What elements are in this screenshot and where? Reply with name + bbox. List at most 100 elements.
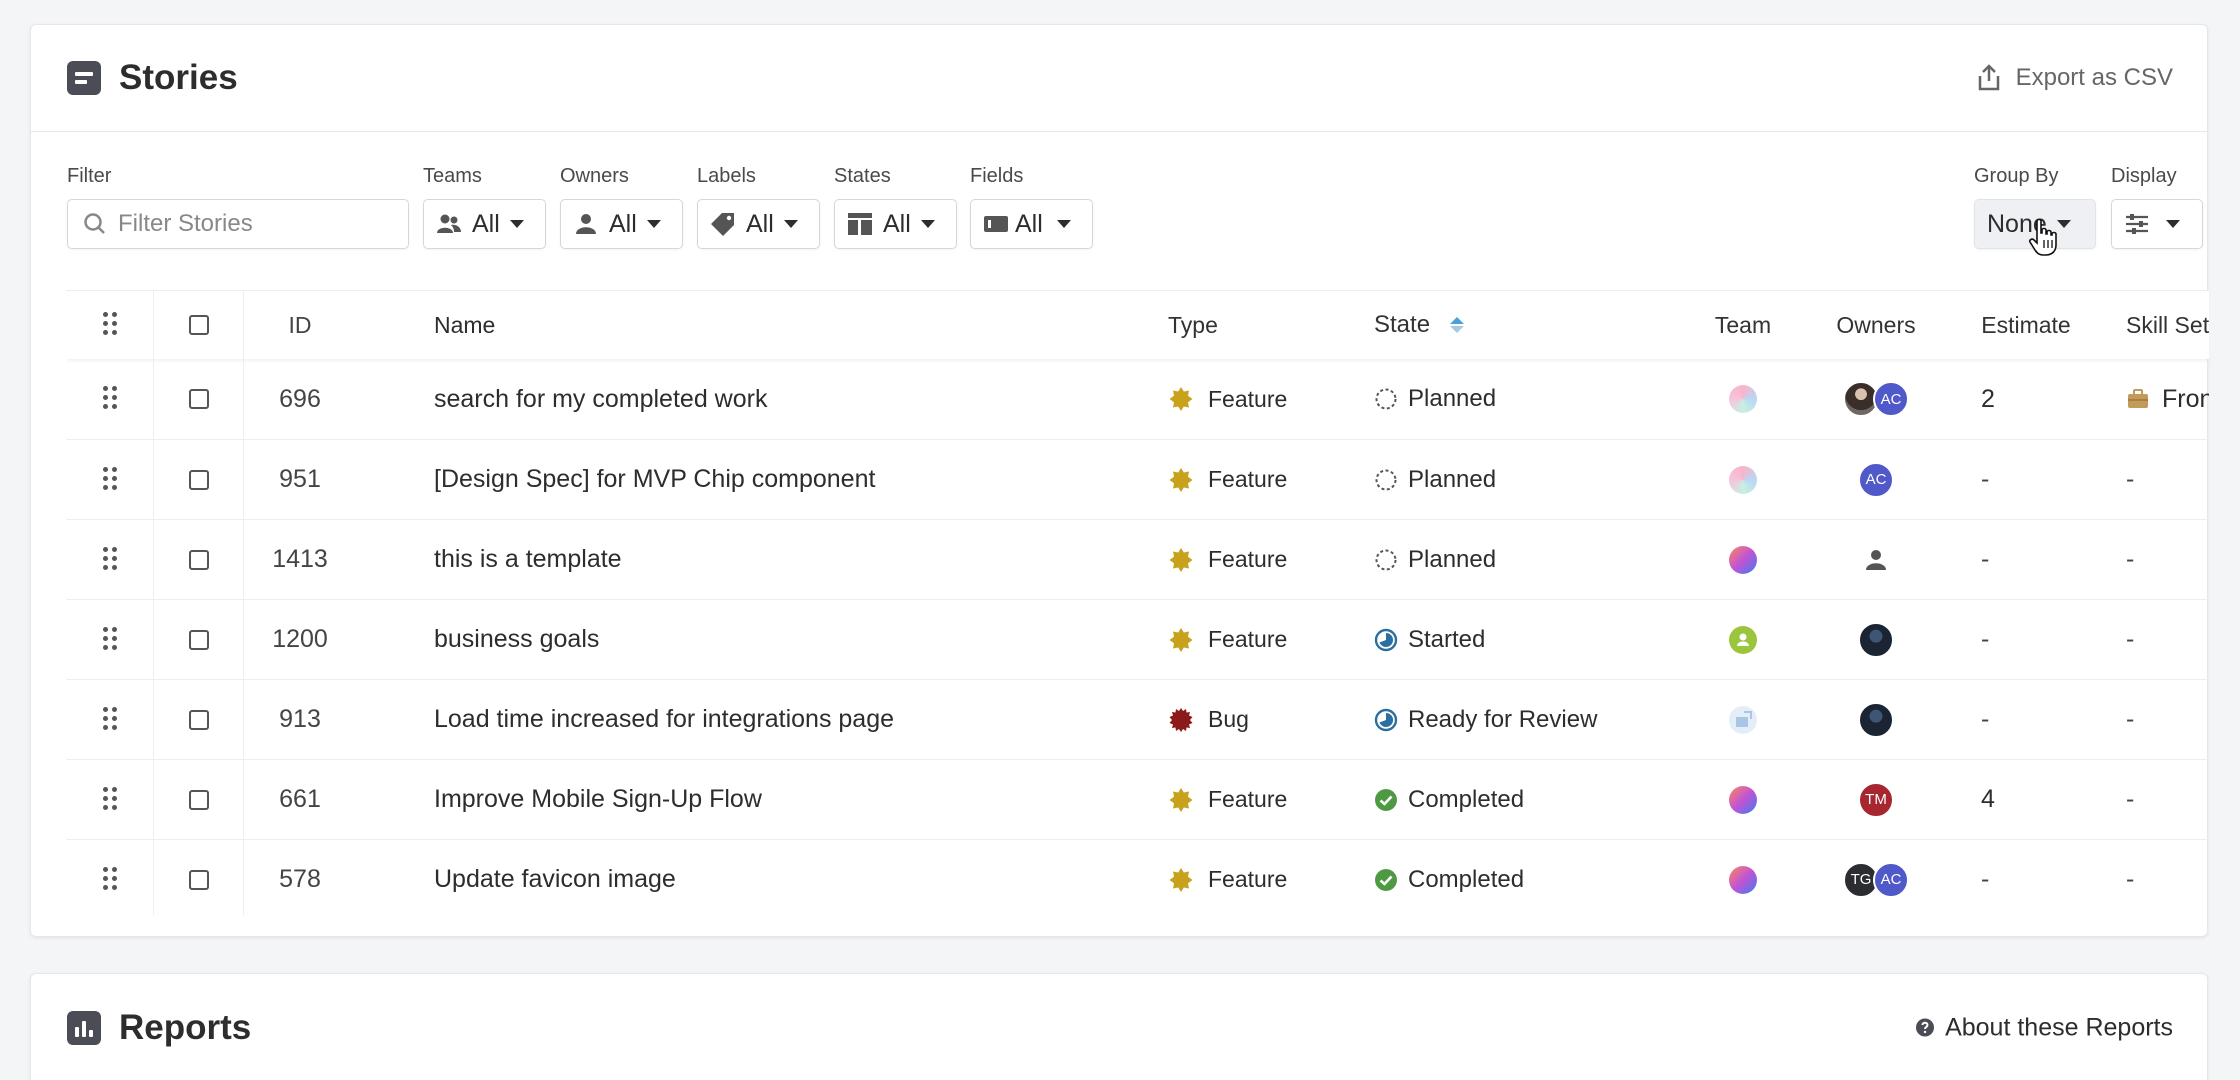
owners-dropdown[interactable]: All xyxy=(560,199,683,249)
drag-handle[interactable] xyxy=(66,520,154,599)
story-name-link[interactable]: this is a template xyxy=(434,520,1134,599)
story-state[interactable]: Completed xyxy=(1374,760,1674,839)
owner-avatar-photo[interactable] xyxy=(1858,701,1894,738)
story-skill-set[interactable]: - xyxy=(2126,760,2209,839)
story-estimate[interactable]: - xyxy=(1966,520,2086,599)
owner-avatar-photo[interactable] xyxy=(1858,621,1894,658)
column-name[interactable]: Name xyxy=(434,291,1134,359)
table-row[interactable]: 1200 business goals Feature Started - - xyxy=(66,599,2209,679)
story-name-link[interactable]: business goals xyxy=(434,600,1134,679)
story-skill-set[interactable]: - xyxy=(2126,440,2209,519)
owner-avatar[interactable]: AC xyxy=(1858,461,1894,498)
labels-dropdown[interactable]: All xyxy=(697,199,820,249)
table-row[interactable]: 578 Update favicon image Feature Complet… xyxy=(66,839,2209,915)
column-team[interactable]: Team xyxy=(1678,291,1808,359)
story-skill-set[interactable]: Fron xyxy=(2126,359,2209,439)
story-id[interactable]: 1200 xyxy=(244,600,356,679)
story-state[interactable]: Planned xyxy=(1374,359,1674,439)
row-checkbox[interactable] xyxy=(188,469,209,490)
filter-stories-input[interactable]: Filter Stories xyxy=(67,199,409,249)
team-avatar[interactable] xyxy=(1729,625,1757,654)
states-dropdown[interactable]: All xyxy=(834,199,957,249)
story-skill-set[interactable]: - xyxy=(2126,520,2209,599)
story-state[interactable]: Completed xyxy=(1374,840,1674,915)
story-estimate[interactable]: - xyxy=(1966,600,2086,679)
drag-handle[interactable] xyxy=(66,760,154,839)
story-estimate[interactable]: - xyxy=(1966,680,2086,759)
story-state[interactable]: Started xyxy=(1374,600,1674,679)
story-team xyxy=(1678,359,1808,439)
story-type[interactable]: Feature xyxy=(1168,840,1368,915)
story-id[interactable]: 696 xyxy=(244,359,356,439)
team-avatar[interactable] xyxy=(1729,385,1757,413)
drag-handle-header[interactable] xyxy=(66,291,154,359)
story-id[interactable]: 1413 xyxy=(244,520,356,599)
story-state[interactable]: Planned xyxy=(1374,520,1674,599)
team-avatar[interactable] xyxy=(1729,705,1757,734)
teams-dropdown[interactable]: All xyxy=(423,199,546,249)
team-avatar[interactable] xyxy=(1729,545,1757,574)
story-state[interactable]: Ready for Review xyxy=(1374,680,1674,759)
table-row[interactable]: 661 Improve Mobile Sign-Up Flow Feature … xyxy=(66,759,2209,839)
row-checkbox[interactable] xyxy=(188,629,209,650)
story-type[interactable]: Feature xyxy=(1168,359,1368,439)
owner-avatar[interactable]: AC xyxy=(1873,861,1909,898)
row-checkbox[interactable] xyxy=(188,549,209,570)
team-avatar[interactable] xyxy=(1729,465,1757,494)
column-estimate[interactable]: Estimate xyxy=(1966,291,2086,359)
story-id[interactable]: 913 xyxy=(244,680,356,759)
story-skill-set[interactable]: - xyxy=(2126,840,2209,915)
column-type[interactable]: Type xyxy=(1168,291,1368,359)
table-row[interactable]: 696 search for my completed work Feature… xyxy=(66,359,2209,439)
row-checkbox[interactable] xyxy=(188,709,209,730)
unassigned-owner-icon[interactable] xyxy=(1863,547,1889,573)
export-csv-button[interactable]: Export as CSV xyxy=(1976,64,2173,92)
table-row[interactable]: 913 Load time increased for integrations… xyxy=(66,679,2209,759)
story-name-link[interactable]: Improve Mobile Sign-Up Flow xyxy=(434,760,1134,839)
fields-dropdown[interactable]: All xyxy=(970,199,1093,249)
table-row[interactable]: 1413 this is a template Feature Planned … xyxy=(66,519,2209,599)
column-owners[interactable]: Owners xyxy=(1806,291,1946,359)
owner-avatar[interactable]: TM xyxy=(1858,781,1894,818)
story-type[interactable]: Bug xyxy=(1168,680,1368,759)
table-row[interactable]: 951 [Design Spec] for MVP Chip component… xyxy=(66,439,2209,519)
story-name-link[interactable]: [Design Spec] for MVP Chip component xyxy=(434,440,1134,519)
drag-handle[interactable] xyxy=(66,359,154,439)
drag-handle-icon xyxy=(102,466,117,493)
story-type[interactable]: Feature xyxy=(1168,440,1368,519)
story-type[interactable]: Feature xyxy=(1168,600,1368,679)
story-state[interactable]: Planned xyxy=(1374,440,1674,519)
about-reports-link[interactable]: About these Reports xyxy=(1915,1013,2173,1042)
drag-handle[interactable] xyxy=(66,680,154,759)
drag-handle[interactable] xyxy=(66,840,154,915)
column-id[interactable]: ID xyxy=(244,291,356,359)
column-state[interactable]: State xyxy=(1374,291,1674,359)
story-name-link[interactable]: Load time increased for integrations pag… xyxy=(434,680,1134,759)
story-estimate[interactable]: - xyxy=(1966,840,2086,915)
row-checkbox[interactable] xyxy=(188,789,209,810)
story-estimate[interactable]: 4 xyxy=(1966,760,2086,839)
team-avatar[interactable] xyxy=(1729,785,1757,814)
display-dropdown[interactable] xyxy=(2111,199,2203,249)
story-name-link[interactable]: Update favicon image xyxy=(434,840,1134,915)
story-type[interactable]: Feature xyxy=(1168,760,1368,839)
drag-handle[interactable] xyxy=(66,440,154,519)
story-id[interactable]: 661 xyxy=(244,760,356,839)
row-checkbox[interactable] xyxy=(188,869,209,890)
story-name-link[interactable]: search for my completed work xyxy=(434,359,1134,439)
drag-handle[interactable] xyxy=(66,600,154,679)
story-estimate[interactable]: 2 xyxy=(1966,359,2086,439)
story-type[interactable]: Feature xyxy=(1168,520,1368,599)
story-id[interactable]: 951 xyxy=(244,440,356,519)
row-checkbox[interactable] xyxy=(188,389,209,409)
team-avatar[interactable] xyxy=(1729,865,1757,894)
column-skill-set[interactable]: Skill Set xyxy=(2126,291,2209,359)
story-skill-set[interactable]: - xyxy=(2126,600,2209,679)
story-estimate[interactable]: - xyxy=(1966,440,2086,519)
sliders-icon xyxy=(2126,214,2148,234)
row-checkbox-cell xyxy=(154,680,244,759)
select-all-checkbox[interactable] xyxy=(188,315,209,335)
owner-avatar[interactable]: AC xyxy=(1873,381,1909,417)
story-skill-set[interactable]: - xyxy=(2126,680,2209,759)
story-id[interactable]: 578 xyxy=(244,840,356,915)
